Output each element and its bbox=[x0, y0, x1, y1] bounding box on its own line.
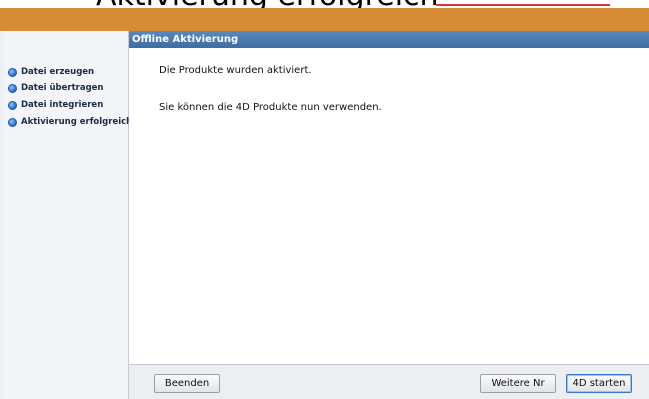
further-number-button[interactable]: Weitere Nr bbox=[480, 374, 556, 393]
start-4d-button[interactable]: 4D starten bbox=[566, 374, 632, 393]
clipped-banner-text: Aktivierung erfolgreich bbox=[96, 0, 439, 8]
step-bullet-icon bbox=[8, 83, 17, 93]
usage-message: Sie können die 4D Produkte nun verwenden… bbox=[159, 102, 382, 113]
step-bullet-icon bbox=[8, 117, 17, 127]
sidebar-item-label: Datei integrieren bbox=[21, 100, 104, 110]
sidebar-item-aktivierung-erfolgreich: Aktivierung erfolgreich bbox=[8, 115, 132, 129]
sidebar-item-label: Aktivierung erfolgreich bbox=[21, 117, 133, 127]
accent-title-bar bbox=[0, 8, 649, 31]
sidebar-item-datei-erzeugen: Datei erzeugen bbox=[8, 65, 94, 79]
step-bullet-icon bbox=[8, 67, 17, 77]
panel-title: Offline Aktivierung bbox=[129, 31, 649, 48]
sidebar-item-label: Datei übertragen bbox=[21, 83, 104, 93]
main-panel: Offline Aktivierung Die Produkte wurden … bbox=[129, 31, 649, 399]
steps-sidebar: Datei erzeugen Datei übertragen Datei in… bbox=[4, 31, 132, 399]
quit-button[interactable]: Beenden bbox=[154, 374, 220, 393]
sidebar-item-datei-integrieren: Datei integrieren bbox=[8, 98, 103, 112]
sidebar-item-label: Datei erzeugen bbox=[21, 67, 95, 77]
sidebar-item-datei-uebertragen: Datei übertragen bbox=[8, 81, 103, 95]
step-bullet-icon bbox=[8, 100, 17, 110]
activation-message: Die Produkte wurden aktiviert. bbox=[159, 65, 312, 76]
clipped-banner-underline bbox=[436, 4, 610, 6]
clipped-top-banner: Aktivierung erfolgreich bbox=[0, 0, 649, 8]
